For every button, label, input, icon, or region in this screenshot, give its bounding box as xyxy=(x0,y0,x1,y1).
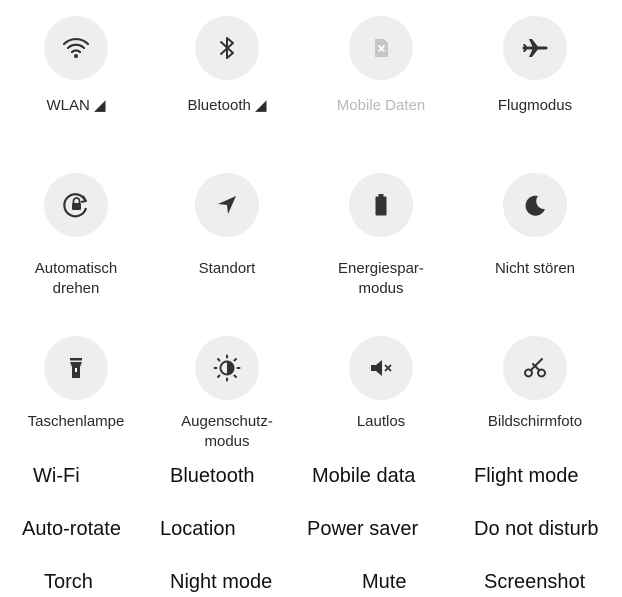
mobile-data-label: Mobile Daten xyxy=(336,97,426,114)
mobile-data-icon xyxy=(375,39,388,57)
mute-toggle[interactable] xyxy=(349,336,413,400)
mute-label: Lautlos xyxy=(356,413,406,430)
flashlight-label: Taschenlampe xyxy=(27,413,125,430)
eye-comfort-icon xyxy=(213,354,241,382)
caption-torch: Torch xyxy=(44,571,93,593)
do-not-disturb-toggle[interactable] xyxy=(503,173,567,237)
caption-mobile-data: Mobile data xyxy=(312,465,416,487)
do-not-disturb-label: Nicht stören xyxy=(494,260,576,277)
caption-auto-rotate: Auto-rotate xyxy=(22,518,121,540)
wifi-toggle[interactable] xyxy=(44,16,108,80)
eye-comfort-label: Augenschutz- modus xyxy=(181,413,273,450)
location-icon xyxy=(218,196,236,214)
airplane-icon xyxy=(522,39,548,57)
flashlight-icon xyxy=(70,358,82,378)
scissors-icon xyxy=(524,358,546,378)
bluetooth-toggle[interactable] xyxy=(195,16,259,80)
caption-bluetooth: Bluetooth xyxy=(170,465,255,487)
location-toggle[interactable] xyxy=(195,173,259,237)
caption-screenshot: Screenshot xyxy=(484,571,586,593)
wifi-label: WLAN ◢ xyxy=(46,97,106,114)
wifi-icon xyxy=(62,37,90,58)
bluetooth-icon xyxy=(220,37,234,59)
airplane-toggle[interactable] xyxy=(503,16,567,80)
battery-saver-toggle[interactable] xyxy=(349,173,413,237)
screenshot-label: Bildschirmfoto xyxy=(487,413,583,430)
auto-rotate-toggle[interactable] xyxy=(44,173,108,237)
airplane-label: Flugmodus xyxy=(497,97,573,114)
eye-comfort-toggle[interactable] xyxy=(195,336,259,400)
battery-icon xyxy=(375,194,387,216)
caption-flight-mode: Flight mode xyxy=(474,465,579,487)
caption-do-not-disturb: Do not disturb xyxy=(474,518,599,540)
auto-rotate-label: Automatisch drehen xyxy=(34,260,118,297)
flashlight-toggle[interactable] xyxy=(44,336,108,400)
caption-location: Location xyxy=(160,518,236,540)
mute-icon xyxy=(371,360,392,376)
mobile-data-toggle[interactable] xyxy=(349,16,413,80)
caption-power-saver: Power saver xyxy=(307,518,419,540)
caption-night-mode: Night mode xyxy=(170,571,273,593)
moon-icon xyxy=(525,195,545,216)
auto-rotate-icon xyxy=(63,193,88,218)
bluetooth-label: Bluetooth ◢ xyxy=(187,97,267,114)
location-label: Standort xyxy=(198,260,256,277)
caption-wifi: Wi-Fi xyxy=(33,465,80,487)
screenshot-toggle[interactable] xyxy=(503,336,567,400)
caption-mute: Mute xyxy=(362,571,407,593)
battery-saver-label: Energiespar- modus xyxy=(338,260,424,297)
